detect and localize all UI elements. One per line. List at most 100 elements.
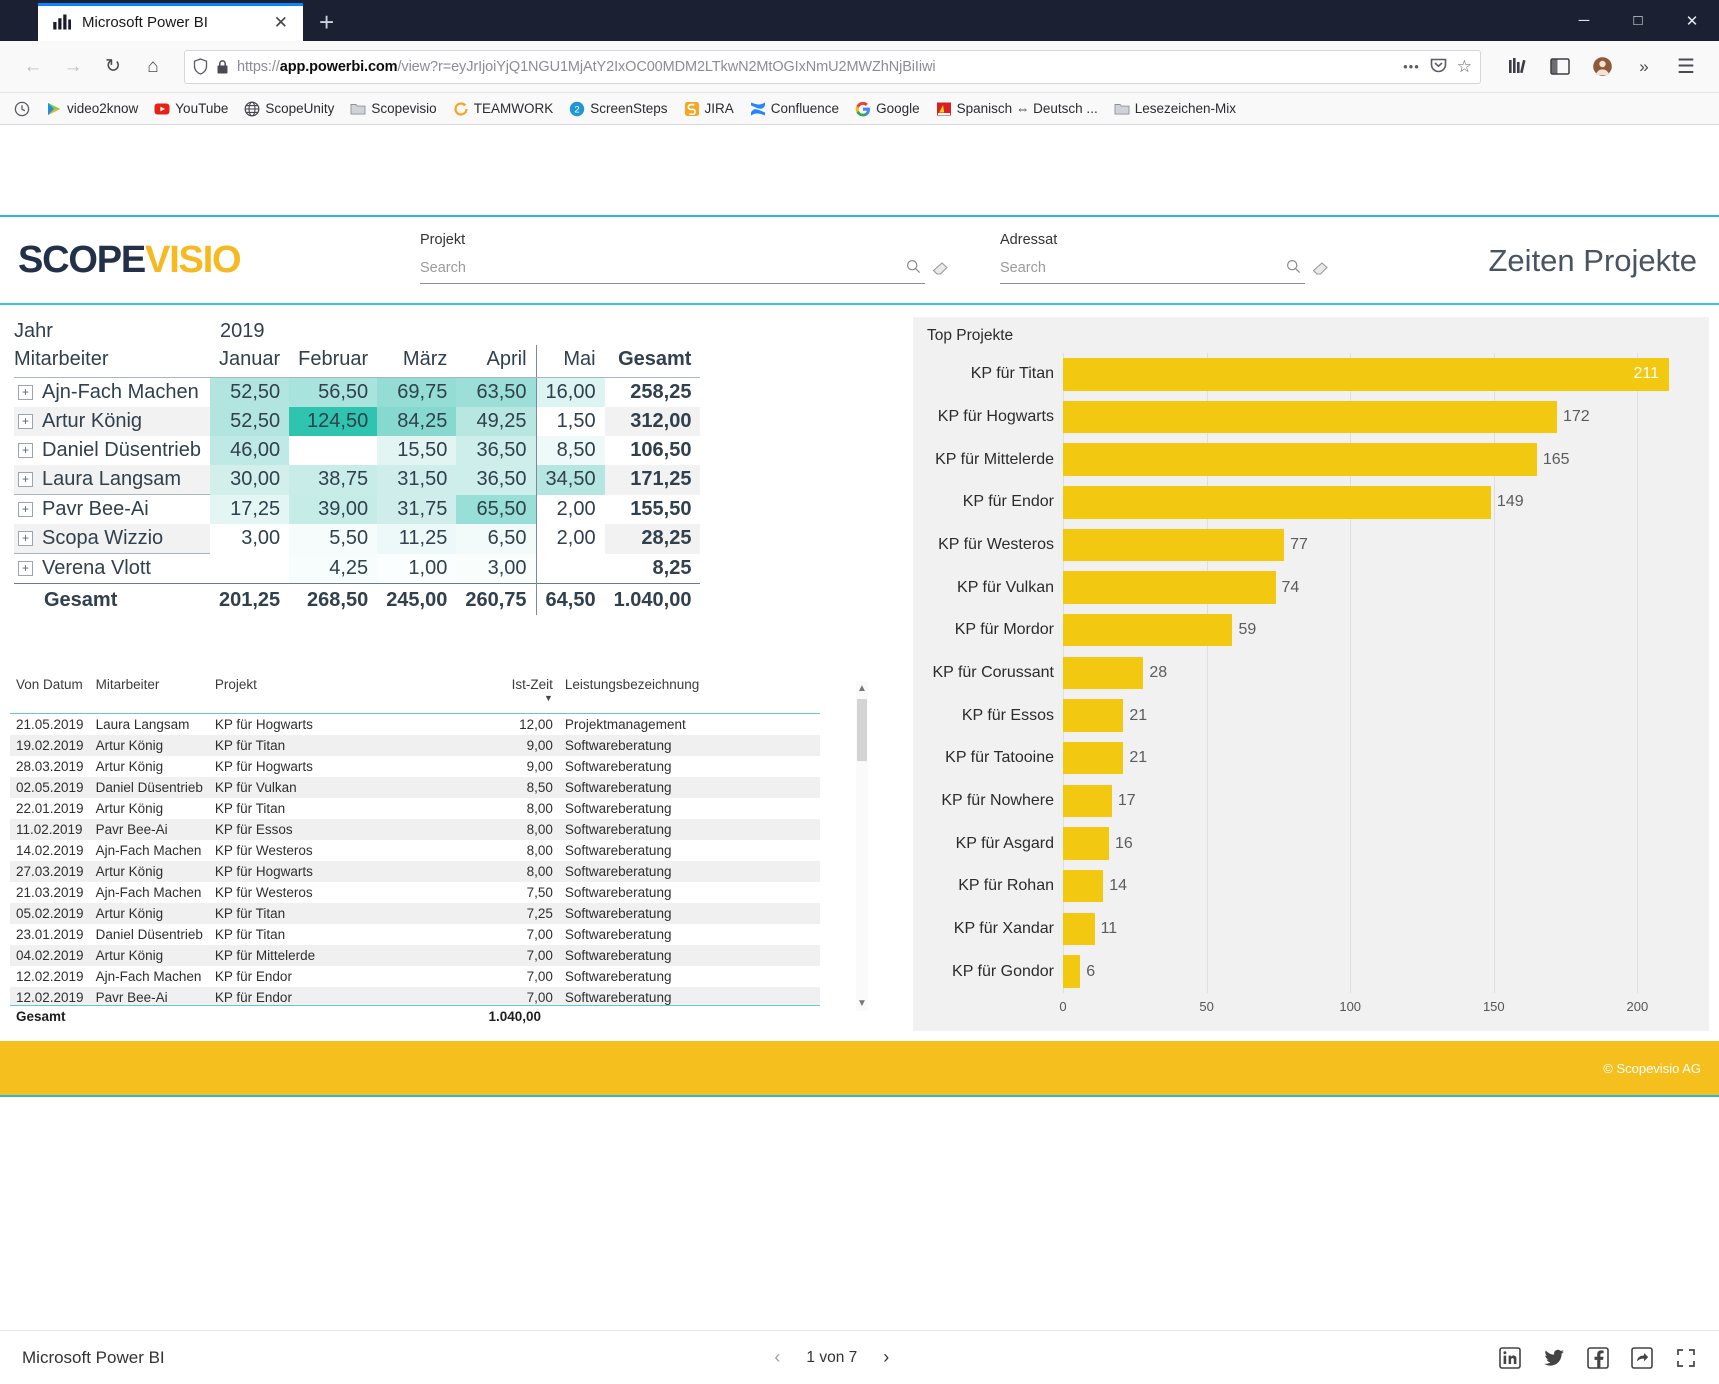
bookmark-screensteps[interactable]: 2 ScreenSteps <box>563 98 673 120</box>
chart-bar[interactable]: 28 <box>1063 656 1167 690</box>
url-bar[interactable]: https://app.powerbi.com/view?r=eyJrIjoiY… <box>184 49 1481 84</box>
expander-icon[interactable]: + <box>18 531 33 546</box>
chart-bar[interactable]: 165 <box>1063 443 1570 476</box>
overflow-icon[interactable]: » <box>1625 48 1663 86</box>
chart-bar-row[interactable]: KP für Titan 211 <box>913 353 1699 396</box>
chart-bar[interactable]: 59 <box>1063 614 1256 647</box>
table-row[interactable]: 21.05.2019 Laura Langsam KP für Hogwarts 12… <box>10 714 820 736</box>
table-row[interactable]: 12.02.2019 Pavr Bee-Ai KP für Endor 7,00 Sof… <box>10 987 820 1005</box>
expander-icon[interactable]: + <box>18 443 33 458</box>
chart-bar-row[interactable]: KP für Asgard 16 <box>913 822 1699 865</box>
table-row[interactable]: + Laura Langsam 30,00 38,75 31,50 36,50 3… <box>14 465 701 495</box>
search-icon[interactable] <box>906 259 925 277</box>
chart-bar-row[interactable]: KP für Westeros 77 <box>913 524 1699 567</box>
maximize-button[interactable]: □ <box>1611 0 1665 41</box>
chart-bar-row[interactable]: KP für Corussant 28 <box>913 652 1699 695</box>
bookmark-confluence[interactable]: Confluence <box>744 98 845 120</box>
expander-icon[interactable]: + <box>18 561 33 576</box>
table-row[interactable]: 02.05.2019 Daniel Düsentrieb KP für Vulkan… <box>10 777 820 798</box>
chart-bar[interactable]: 21 <box>1063 699 1147 732</box>
table-row[interactable]: 23.01.2019 Daniel Düsentrieb KP für Titan 7… <box>10 924 820 945</box>
table-row[interactable]: + Pavr Bee-Ai 17,25 39,00 31,75 65,50 2,0… <box>14 494 700 524</box>
chart-bar[interactable]: 11 <box>1063 912 1117 946</box>
chart-bar[interactable]: 149 <box>1063 486 1524 519</box>
previous-page-icon[interactable]: ‹ <box>774 1347 780 1368</box>
table-row[interactable]: + Scopa Wizzio 3,00 5,50 11,25 6,50 2,00 … <box>14 524 701 554</box>
bookmark-scopeunity[interactable]: ScopeUnity <box>238 98 340 120</box>
next-page-icon[interactable]: › <box>883 1347 889 1368</box>
close-window-button[interactable]: ✕ <box>1665 0 1719 41</box>
table-row[interactable]: 05.02.2019 Artur König KP für Titan 7,25 Sof… <box>10 903 820 924</box>
chart-bar[interactable]: 16 <box>1063 827 1133 860</box>
chart-bar[interactable]: 74 <box>1063 571 1299 604</box>
bookmark-google[interactable]: Google <box>849 98 926 120</box>
bookmark-star-icon[interactable]: ☆ <box>1457 57 1472 77</box>
table-row[interactable]: + Artur König 52,50 124,50 84,25 49,25 1,… <box>14 407 701 436</box>
hamburger-menu-icon[interactable]: ☰ <box>1667 48 1705 86</box>
column-header-mitarbeiter[interactable]: Mitarbeiter <box>89 673 209 714</box>
chart-bar[interactable]: 211 <box>1063 358 1669 391</box>
matrix-col-header-februar[interactable]: Februar <box>289 345 378 378</box>
twitter-icon[interactable] <box>1543 1347 1565 1369</box>
shield-icon[interactable] <box>193 58 208 75</box>
table-row[interactable]: 22.01.2019 Artur König KP für Titan 8,00 Sof… <box>10 798 820 819</box>
reload-icon[interactable]: ↻ <box>94 48 132 86</box>
bookmark-teamwork[interactable]: TEAMWORK <box>447 98 560 120</box>
table-row[interactable]: 04.02.2019 Artur König KP für Mittelerde 7,… <box>10 945 820 966</box>
table-row[interactable]: + Verena Vlott 4,25 1,00 3,00 8,25 <box>14 553 700 584</box>
scrollbar-thumb[interactable] <box>857 699 867 761</box>
matrix-col-header-januar[interactable]: Januar <box>209 345 290 378</box>
sidebar-icon[interactable] <box>1541 48 1579 86</box>
eraser-icon[interactable] <box>1312 262 1330 280</box>
scroll-up-icon[interactable]: ▲ <box>857 683 867 694</box>
forward-icon[interactable]: → <box>54 48 92 86</box>
expander-icon[interactable]: + <box>18 472 33 487</box>
column-header-von-datum[interactable]: Von Datum <box>10 673 90 714</box>
bookmark-dictionary[interactable]: Spanisch ⇔ Deutsch ... <box>930 98 1104 120</box>
lock-icon[interactable] <box>216 59 229 75</box>
bookmark-video2know[interactable]: video2know <box>40 98 144 120</box>
bookmark-jira[interactable]: JIRA <box>678 98 740 120</box>
column-header-projekt[interactable]: Projekt <box>208 673 467 714</box>
table-row[interactable]: 21.03.2019 Ajn-Fach Machen KP für Westeros… <box>10 882 820 903</box>
matrix-col-header-mai[interactable]: Mai <box>535 345 605 378</box>
table-row[interactable]: 28.03.2019 Artur König KP für Hogwarts 9,00… <box>10 756 820 777</box>
bookmark-youtube[interactable]: YouTube <box>148 98 234 120</box>
search-icon[interactable] <box>1286 259 1305 277</box>
chart-bar-row[interactable]: KP für Mordor 59 <box>913 609 1699 652</box>
tab-close-icon[interactable]: ✕ <box>269 14 293 31</box>
chart-bar-row[interactable]: KP für Essos 21 <box>913 694 1699 737</box>
table-row[interactable]: 27.03.2019 Artur König KP für Hogwarts 8,00… <box>10 861 820 882</box>
chart-bar[interactable]: 172 <box>1063 400 1590 434</box>
chart-bar-row[interactable]: KP für Rohan 14 <box>913 865 1699 908</box>
column-header-leistungsbezeichnung[interactable]: Leistungsbezeichnung <box>558 673 820 714</box>
fullscreen-icon[interactable] <box>1675 1347 1697 1369</box>
linkedin-icon[interactable] <box>1499 1346 1521 1369</box>
expander-icon[interactable]: + <box>18 414 33 429</box>
expander-icon[interactable]: + <box>18 385 33 400</box>
table-row[interactable]: 19.02.2019 Artur König KP für Titan 9,00 Sof… <box>10 735 820 756</box>
chart-bar[interactable]: 77 <box>1063 528 1308 562</box>
chart-bar-row[interactable]: KP für Vulkan 74 <box>913 566 1699 609</box>
page-actions-icon[interactable]: ••• <box>1403 59 1420 74</box>
chart-bar-row[interactable]: KP für Mittelerde 165 <box>913 438 1699 481</box>
chart-bar-row[interactable]: KP für Nowhere 17 <box>913 780 1699 823</box>
scroll-down-icon[interactable]: ▼ <box>857 998 867 1009</box>
bookmark-scopevisio[interactable]: Scopevisio <box>344 98 442 120</box>
detail-table-scrollbar[interactable]: ▲ ▼ <box>856 681 868 1011</box>
bookmark-history[interactable] <box>8 98 36 120</box>
eraser-icon[interactable] <box>932 262 950 280</box>
bookmark-lesezeichen-mix[interactable]: Lesezeichen-Mix <box>1108 98 1242 120</box>
back-icon[interactable]: ← <box>14 48 52 86</box>
chart-bar-row[interactable]: KP für Hogwarts 172 <box>913 396 1699 439</box>
slicer-projekt-input[interactable]: Search <box>420 254 925 284</box>
chart-bar-row[interactable]: KP für Endor 149 <box>913 481 1699 524</box>
minimize-button[interactable]: ─ <box>1557 0 1611 41</box>
slicer-adressat-input[interactable]: Search <box>1000 254 1305 284</box>
chart-bar[interactable]: 6 <box>1063 955 1095 988</box>
table-row[interactable]: + Daniel Düsentrieb 46,00 15,50 36,50 8,5… <box>14 436 700 465</box>
table-row[interactable]: 14.02.2019 Ajn-Fach Machen KP für Westeros… <box>10 840 820 861</box>
account-icon[interactable] <box>1583 48 1621 86</box>
chart-bar[interactable]: 21 <box>1063 742 1147 775</box>
table-row[interactable]: + Ajn-Fach Machen 52,50 56,50 69,75 63,50… <box>14 377 700 407</box>
